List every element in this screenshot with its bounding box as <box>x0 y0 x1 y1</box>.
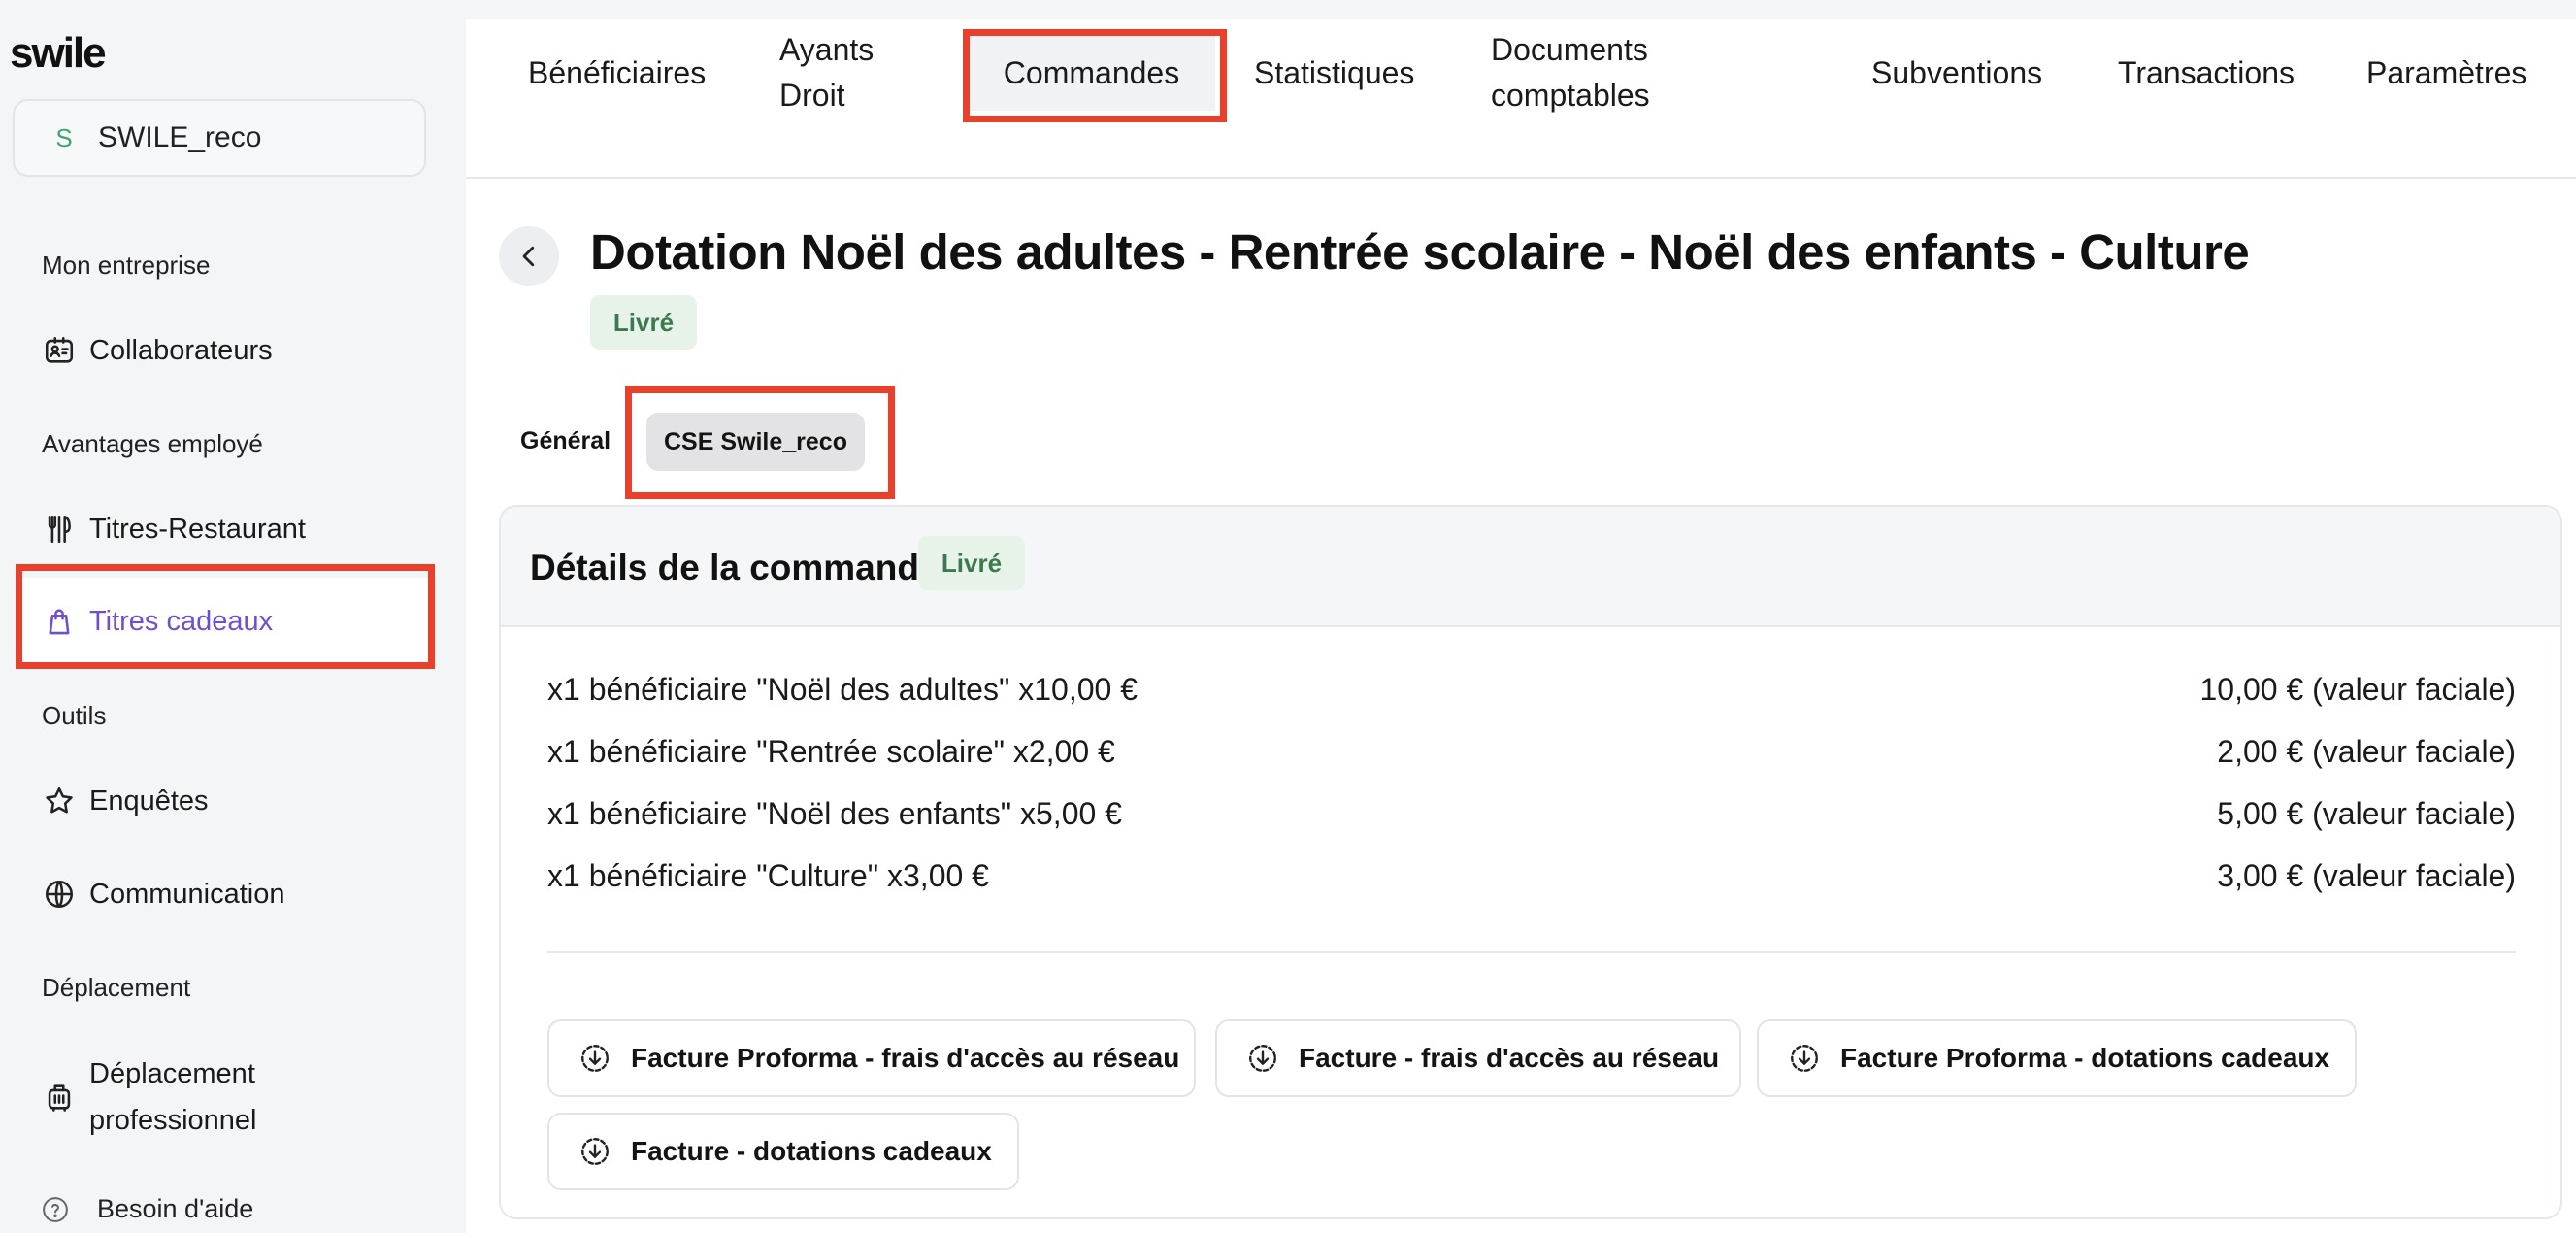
tab-beneficiaires[interactable]: Bénéficiaires <box>528 50 706 96</box>
help-label: Besoin d'aide <box>97 1194 254 1223</box>
download-facture-proforma-frais-button[interactable]: Facture Proforma - frais d'accès au rése… <box>547 1019 1196 1097</box>
download-facture-proforma-dotations-button[interactable]: Facture Proforma - dotations cadeaux <box>1757 1019 2357 1097</box>
page-title: Dotation Noël des adultes - Rentrée scol… <box>590 224 2250 280</box>
divider <box>547 951 2516 953</box>
sidebar-item-label: Collaborateurs <box>89 335 273 366</box>
download-icon <box>578 1042 611 1075</box>
download-facture-frais-button[interactable]: Facture - frais d'accès au réseau <box>1215 1019 1741 1097</box>
tab-ayants-droit[interactable]: Ayants Droit <box>779 27 874 118</box>
status-badge: Livré <box>918 536 1025 590</box>
order-line: x1 bénéficiaire "Noël des enfants" x5,00… <box>547 796 2516 845</box>
chevron-left-icon <box>514 242 544 271</box>
card-header: Détails de la commande Livré <box>501 507 2560 627</box>
shopping-bag-icon <box>43 605 76 638</box>
order-details-card: Détails de la commande Livré x1 bénéfici… <box>499 505 2562 1219</box>
button-label: Facture - frais d'accès au réseau <box>1299 1043 1720 1073</box>
sidebar-item-label: Enquêtes <box>89 785 209 816</box>
download-icon <box>1788 1042 1821 1075</box>
line-description: x1 bénéficiaire "Noël des adultes" x10,0… <box>547 672 1138 707</box>
label-line-2: professionnel <box>89 1105 257 1136</box>
sidebar-item-label: Titres cadeaux <box>89 606 274 637</box>
tab-label-line-1: Documents <box>1491 32 1648 67</box>
tab-general[interactable]: Général <box>520 427 611 455</box>
sidebar-item-communication[interactable]: Communication <box>16 850 430 938</box>
download-icon <box>1246 1042 1279 1075</box>
tab-subventions[interactable]: Subventions <box>1871 50 2042 96</box>
globe-icon <box>43 878 76 911</box>
button-label: Facture - dotations cadeaux <box>631 1136 992 1166</box>
line-amount: 3,00 € (valeur faciale) <box>2217 858 2516 893</box>
fork-knife-icon <box>43 513 76 546</box>
section-avantages-employe: Avantages employé <box>42 429 263 458</box>
line-amount: 10,00 € (valeur faciale) <box>2199 672 2516 707</box>
back-button[interactable] <box>499 226 559 286</box>
help-link[interactable]: Besoin d'aide <box>41 1194 253 1224</box>
tab-label-line-2: Droit <box>779 78 845 113</box>
sidebar: swile S SWILE_reco Mon entreprise Collab… <box>0 0 466 1233</box>
section-mon-entreprise: Mon entreprise <box>42 250 211 280</box>
order-line: x1 bénéficiaire "Culture" x3,00 € 3,00 €… <box>547 858 2516 907</box>
tab-label-line-1: Ayants <box>779 32 875 67</box>
main-content: Bénéficiaires Ayants Droit Commandes Sta… <box>466 19 2576 1233</box>
line-description: x1 bénéficiaire "Rentrée scolaire" x2,00… <box>547 734 1115 769</box>
sidebar-item-label: Titres-Restaurant <box>89 514 306 545</box>
sidebar-item-label: Communication <box>89 879 285 910</box>
org-avatar: S <box>55 122 73 152</box>
line-description: x1 bénéficiaire "Culture" x3,00 € <box>547 858 989 893</box>
line-amount: 2,00 € (valeur faciale) <box>2217 734 2516 769</box>
button-label: Facture Proforma - dotations cadeaux <box>1840 1043 2330 1073</box>
organization-switcher[interactable]: S SWILE_reco <box>13 99 426 177</box>
tab-label-line-2: comptables <box>1491 78 1650 113</box>
tab-transactions[interactable]: Transactions <box>2118 50 2295 96</box>
tab-commandes[interactable]: Commandes <box>968 35 1215 111</box>
section-deplacement: Déplacement <box>42 973 191 1002</box>
download-facture-dotations-button[interactable]: Facture - dotations cadeaux <box>547 1113 1019 1190</box>
tab-statistiques[interactable]: Statistiques <box>1254 50 1414 96</box>
status-badge: Livré <box>590 295 697 350</box>
label-line-1: Déplacement <box>89 1058 255 1089</box>
section-outils: Outils <box>42 701 107 730</box>
tab-parametres[interactable]: Paramètres <box>2366 50 2526 96</box>
question-circle-icon <box>41 1195 70 1224</box>
download-icon <box>578 1135 611 1168</box>
luggage-icon <box>43 1081 76 1114</box>
sidebar-item-titres-restaurant[interactable]: Titres-Restaurant <box>16 485 430 573</box>
swile-logo[interactable]: swile <box>10 29 107 78</box>
order-line: x1 bénéficiaire "Rentrée scolaire" x2,00… <box>547 734 2516 783</box>
sidebar-item-enquetes[interactable]: Enquêtes <box>16 757 430 845</box>
org-name: SWILE_reco <box>98 121 262 153</box>
id-card-icon <box>43 334 76 367</box>
sidebar-item-collaborateurs[interactable]: Collaborateurs <box>16 307 430 394</box>
sidebar-item-label: Déplacement professionnel <box>89 1050 257 1144</box>
sidebar-item-deplacement-professionnel[interactable]: Déplacement professionnel <box>16 1049 430 1146</box>
top-navigation: Bénéficiaires Ayants Droit Commandes Sta… <box>466 19 2576 179</box>
order-line: x1 bénéficiaire "Noël des adultes" x10,0… <box>547 672 2516 720</box>
star-icon <box>43 784 76 817</box>
card-title: Détails de la commande <box>530 548 940 587</box>
button-label: Facture Proforma - frais d'accès au rése… <box>631 1043 1180 1073</box>
tab-cse-swile-reco[interactable]: CSE Swile_reco <box>646 413 865 471</box>
sidebar-item-titres-cadeaux[interactable]: Titres cadeaux <box>16 578 430 665</box>
line-amount: 5,00 € (valeur faciale) <box>2217 796 2516 831</box>
line-description: x1 bénéficiaire "Noël des enfants" x5,00… <box>547 796 1122 831</box>
tab-documents-comptables[interactable]: Documents comptables <box>1491 27 1650 118</box>
